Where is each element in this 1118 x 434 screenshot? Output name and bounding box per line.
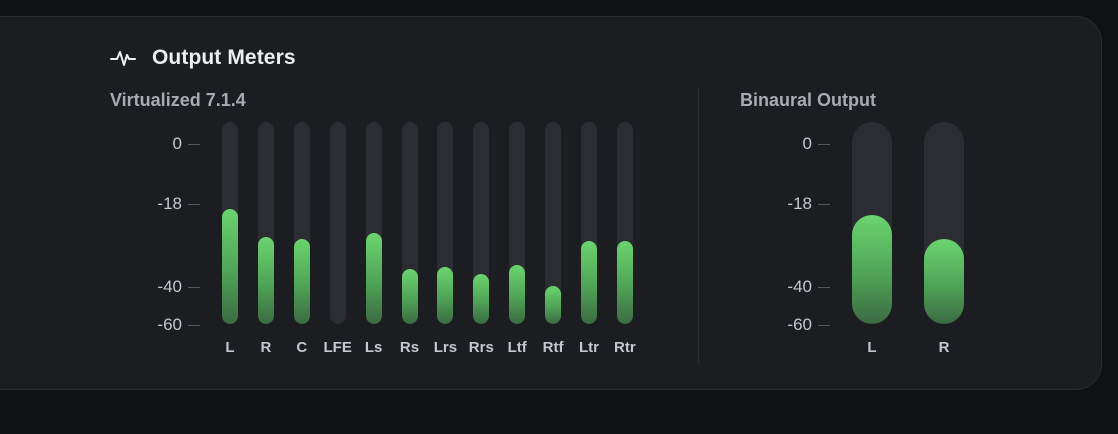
channel-label: R: [938, 339, 950, 356]
channel-label: R: [260, 339, 272, 356]
meter-rtr: [616, 122, 633, 324]
scale-tick: -40: [787, 277, 830, 297]
meter-ls: [365, 122, 382, 324]
meter-level-fill: [545, 285, 562, 324]
meter-level-fill: [616, 241, 633, 324]
binaural-scale: 0 -18 -40 -60: [730, 0, 830, 434]
meter-level-fill: [581, 241, 597, 324]
meter-l: [222, 122, 238, 324]
scale-tick: -40: [157, 277, 200, 297]
meter-lrs: [437, 122, 454, 324]
scale-tick-mark: [818, 203, 830, 205]
meter-lfe: [329, 122, 346, 324]
scale-tick-label: 0: [172, 134, 182, 153]
meter-rs: [401, 122, 418, 324]
channel-label: L: [867, 339, 877, 356]
scale-tick: -60: [787, 315, 830, 335]
channel-label: Lrs: [433, 339, 458, 356]
meter-level-fill: [852, 214, 892, 324]
channel-label: Rtf: [542, 339, 564, 356]
channel-label: Ls: [364, 339, 383, 356]
scale-tick: 0: [803, 134, 830, 154]
channel-label: Rrs: [468, 339, 494, 356]
virtualized-scale: 0 -18 -40 -60: [100, 0, 200, 434]
meter-ltf: [509, 122, 526, 324]
meter-rtf: [545, 122, 562, 324]
scale-tick-label: -60: [787, 315, 812, 334]
scale-tick-label: 0: [802, 134, 812, 153]
channel-label: Rs: [399, 339, 420, 356]
meter-level-fill: [365, 233, 382, 324]
scale-tick-label: -40: [787, 277, 812, 296]
meter-level-fill: [924, 239, 964, 324]
section-divider: [698, 88, 699, 364]
meter-level-fill: [222, 208, 238, 324]
scale-tick-label: -18: [787, 194, 812, 213]
meter-r: [257, 122, 274, 324]
meter-level-fill: [293, 239, 310, 324]
scale-tick-mark: [188, 143, 200, 145]
channel-label: Ltr: [579, 339, 599, 356]
meter-rrs: [473, 122, 490, 324]
scale-tick-mark: [818, 143, 830, 145]
scale-tick-mark: [818, 286, 830, 288]
channel-label: LFE: [323, 339, 352, 356]
channel-label: C: [296, 339, 308, 356]
meter-r: [924, 122, 964, 324]
meter-level-fill: [437, 267, 454, 324]
scale-tick: -60: [157, 315, 200, 335]
scale-tick-label: -60: [157, 315, 182, 334]
scale-tick-mark: [818, 324, 830, 326]
scale-tick: -18: [787, 194, 830, 214]
meter-level-fill: [257, 237, 274, 324]
scale-tick-label: -40: [157, 277, 182, 296]
channel-label: Rtr: [614, 339, 636, 356]
meter-c: [293, 122, 310, 324]
meter-level-fill: [509, 265, 526, 324]
meter-level-fill: [473, 273, 490, 324]
scale-tick-mark: [188, 286, 200, 288]
scale-tick-label: -18: [157, 194, 182, 213]
meter-ltr: [581, 122, 597, 324]
channel-label: Ltf: [507, 339, 527, 356]
scale-tick: -18: [157, 194, 200, 214]
meter-level-fill: [401, 269, 418, 324]
scale-tick-mark: [188, 203, 200, 205]
meter-l: [852, 122, 892, 324]
scale-tick-mark: [188, 324, 200, 326]
channel-label: L: [225, 339, 235, 356]
scale-tick: 0: [173, 134, 200, 154]
